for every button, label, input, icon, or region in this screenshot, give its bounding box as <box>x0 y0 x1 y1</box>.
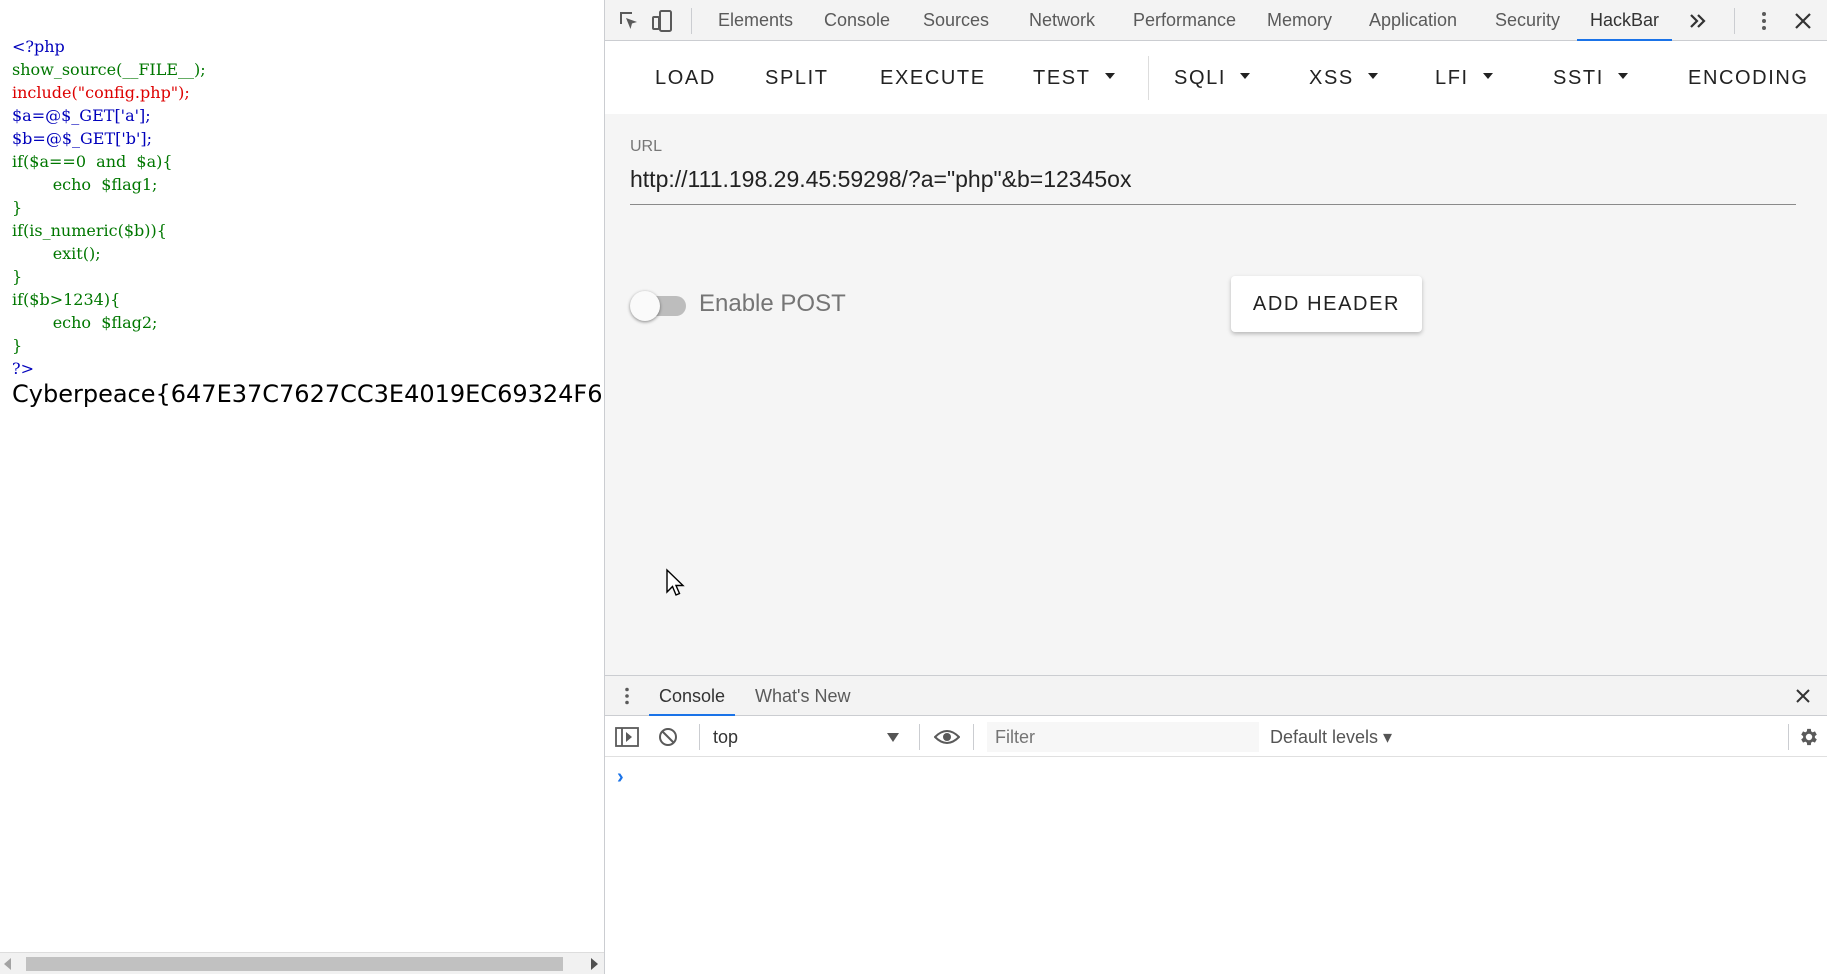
load-button[interactable]: LOAD <box>655 42 716 114</box>
devtools-panel: Elements Console Sources Network Perform… <box>604 0 1827 974</box>
context-select[interactable]: top <box>713 717 913 757</box>
encoding-dropdown-label: ENCODING <box>1688 67 1809 89</box>
tab-sources[interactable]: Sources <box>923 0 989 41</box>
tab-performance[interactable]: Performance <box>1133 0 1236 41</box>
tab-elements[interactable]: Elements <box>718 0 793 41</box>
tab-network[interactable]: Network <box>1029 0 1095 41</box>
flag-output: Cyberpeace{647E37C7627CC3E4019EC69324F66… <box>12 380 604 408</box>
ssti-dropdown-label: SSTI <box>1553 67 1604 89</box>
encoding-dropdown[interactable]: ENCODING <box>1688 42 1809 114</box>
code-line: show_source(__FILE__); <box>12 60 206 79</box>
hackbar-panel: LOAD SPLIT EXECUTE TEST SQLI XSS LFI SST… <box>605 42 1827 675</box>
chevron-down-icon <box>1104 72 1115 79</box>
code-line: exit(); <box>12 244 101 263</box>
tab-separator <box>691 8 692 34</box>
lfi-dropdown[interactable]: LFI <box>1435 42 1493 114</box>
code-line: $a=@$_GET['a']; <box>12 106 151 125</box>
enable-post-label: Enable POST <box>699 290 846 317</box>
tab-memory[interactable]: Memory <box>1267 0 1332 41</box>
console-prompt[interactable]: › <box>617 766 624 789</box>
scrollbar-thumb[interactable] <box>26 957 563 971</box>
code-line: <?php <box>12 37 65 56</box>
url-field-label: URL <box>630 138 663 155</box>
drawer-tab-bar: Console What's New <box>605 676 1827 716</box>
code-line: ?> <box>12 359 34 378</box>
sidebar-toggle-icon[interactable] <box>615 726 639 748</box>
devtools-tab-bar: Elements Console Sources Network Perform… <box>605 0 1827 41</box>
php-source-code: <?php show_source(__FILE__); include("co… <box>12 12 206 380</box>
code-line: } <box>12 336 23 355</box>
url-input-underline <box>630 204 1796 205</box>
chevron-down-icon <box>887 733 899 742</box>
eye-icon[interactable] <box>934 727 960 747</box>
load-button-label: LOAD <box>655 67 716 89</box>
code-line: if($b>1234){ <box>12 290 121 309</box>
code-line: } <box>12 198 23 217</box>
code-line: } <box>12 267 23 286</box>
execute-button-label: EXECUTE <box>880 67 986 89</box>
console-drawer: Console What's New top Filter Default le… <box>605 675 1827 974</box>
filter-input[interactable] <box>987 722 1259 752</box>
scroll-left-icon[interactable] <box>4 958 11 970</box>
toggle-knob <box>630 291 660 321</box>
test-dropdown[interactable]: TEST <box>1033 42 1115 114</box>
lfi-dropdown-label: LFI <box>1435 67 1469 89</box>
device-toolbar-icon[interactable] <box>651 9 675 33</box>
split-button[interactable]: SPLIT <box>765 42 829 114</box>
xss-dropdown-label: XSS <box>1309 67 1354 89</box>
context-select-value: top <box>713 727 739 747</box>
drawer-tab-console[interactable]: Console <box>649 676 736 716</box>
code-line: if($a==0 and $a){ <box>12 152 173 171</box>
add-header-button[interactable]: ADD HEADER <box>1231 276 1422 332</box>
inspect-element-icon[interactable] <box>617 9 641 33</box>
gear-icon[interactable] <box>1798 726 1820 748</box>
horizontal-scrollbar[interactable] <box>0 952 604 974</box>
screen: <?php show_source(__FILE__); include("co… <box>0 0 1827 974</box>
tab-security[interactable]: Security <box>1495 0 1560 41</box>
toolbar-separator <box>699 724 700 750</box>
sqli-dropdown[interactable]: SQLI <box>1174 42 1250 114</box>
tab-hackbar[interactable]: HackBar <box>1577 0 1673 41</box>
drawer-tab-whats-new[interactable]: What's New <box>755 676 850 716</box>
toolbar-separator <box>1148 56 1149 100</box>
page-content: <?php show_source(__FILE__); include("co… <box>0 0 604 974</box>
kebab-menu-icon[interactable] <box>1752 9 1776 33</box>
ssti-dropdown[interactable]: SSTI <box>1553 42 1628 114</box>
hackbar-toolbar: LOAD SPLIT EXECUTE TEST SQLI XSS LFI SST… <box>605 42 1827 114</box>
code-line: if(is_numeric($b)){ <box>12 221 167 240</box>
toolbar-separator <box>919 724 920 750</box>
chevron-down-icon <box>1482 72 1493 79</box>
sqli-dropdown-label: SQLI <box>1174 67 1226 89</box>
drawer-menu-icon[interactable] <box>617 686 637 706</box>
split-button-label: SPLIT <box>765 67 829 89</box>
toolbar-separator <box>1788 724 1789 750</box>
scroll-right-icon[interactable] <box>591 958 598 970</box>
xss-dropdown[interactable]: XSS <box>1309 42 1378 114</box>
code-line: echo $flag2; <box>12 313 158 332</box>
close-drawer-icon[interactable] <box>1793 686 1813 706</box>
chevron-down-icon <box>1239 72 1250 79</box>
chevron-down-icon <box>1617 72 1628 79</box>
tab-application[interactable]: Application <box>1369 0 1457 41</box>
mouse-cursor-icon <box>666 568 685 596</box>
enable-post-toggle[interactable] <box>630 291 686 321</box>
code-line: include("config.php"); <box>12 83 190 102</box>
default-levels-dropdown[interactable]: Default levels ▾ <box>1270 717 1392 757</box>
url-input[interactable]: http://111.198.29.45:59298/?a="php"&b=12… <box>630 166 1131 193</box>
more-tabs-icon[interactable] <box>1686 9 1710 33</box>
toolbar-separator <box>973 724 974 750</box>
console-toolbar: top Default levels ▾ <box>605 717 1827 757</box>
tab-console[interactable]: Console <box>824 0 890 41</box>
test-dropdown-label: TEST <box>1033 67 1091 89</box>
execute-button[interactable]: EXECUTE <box>880 42 986 114</box>
close-icon[interactable] <box>1791 9 1815 33</box>
clear-console-icon[interactable] <box>658 727 678 747</box>
code-line: echo $flag1; <box>12 175 158 194</box>
code-line: $b=@$_GET['b']; <box>12 129 153 148</box>
chevron-down-icon <box>1367 72 1378 79</box>
tab-separator <box>1734 8 1735 34</box>
